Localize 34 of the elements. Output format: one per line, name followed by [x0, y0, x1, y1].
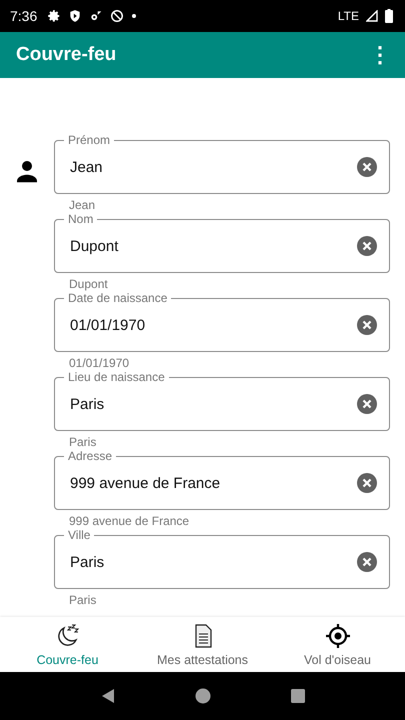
clear-icon[interactable] [357, 236, 377, 256]
recents-icon[interactable] [290, 688, 306, 704]
text-field[interactable]: Date de naissance 01/01/1970 [54, 291, 390, 352]
helper-text: 01/01/1970 [69, 356, 130, 370]
clear-icon[interactable] [357, 552, 377, 572]
helper-text: 999 avenue de France [69, 514, 190, 528]
helper-text: Paris [69, 593, 98, 607]
text-field[interactable]: Lieu de naissance Paris [54, 370, 390, 431]
clear-icon[interactable] [357, 473, 377, 493]
home-icon[interactable] [194, 688, 210, 704]
blocked-icon [110, 9, 124, 23]
helper-text: Dupont [69, 277, 109, 291]
text-field[interactable]: Nom Dupont [54, 212, 390, 273]
text-field[interactable]: Adresse 999 avenue de France [54, 449, 390, 510]
network-type: LTE [338, 9, 359, 23]
app-title: Couvre-feu [16, 44, 118, 66]
text-field[interactable]: Prénom Jean [54, 133, 390, 194]
dot-icon [131, 13, 138, 19]
helper-text: Paris [69, 435, 98, 449]
clear-icon[interactable] [357, 394, 377, 414]
signal-icon [366, 10, 378, 22]
shield-icon [68, 9, 82, 23]
back-icon[interactable] [100, 688, 116, 704]
text-field[interactable]: Ville Paris [54, 528, 390, 589]
nav-tab[interactable]: Couvre-feu [0, 617, 135, 672]
nav-tab[interactable]: Vol d'oiseau [270, 617, 405, 672]
status-time: 7:36 [10, 8, 38, 24]
helper-text: Jean [69, 198, 96, 212]
location-target-icon [324, 622, 350, 648]
battery-icon [385, 9, 393, 23]
nav-tab[interactable]: Mes attestations [135, 617, 270, 672]
menu-button[interactable]: ⋮ [363, 42, 397, 68]
clear-icon[interactable] [357, 157, 377, 177]
clear-icon[interactable] [357, 315, 377, 335]
